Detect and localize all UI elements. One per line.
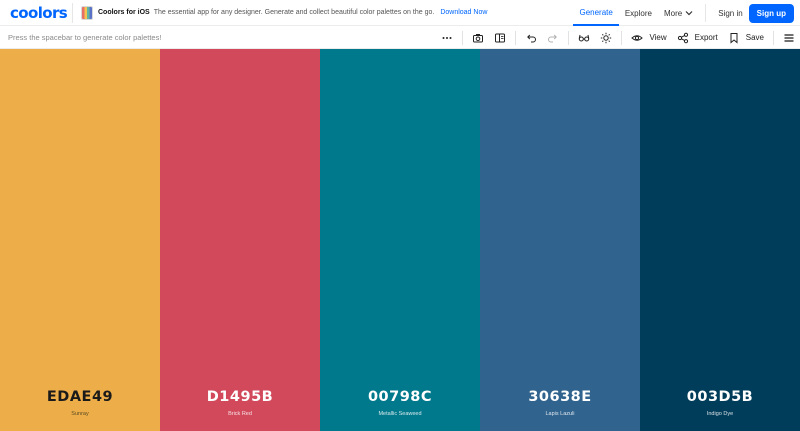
share-icon [677,32,688,43]
toolbar-divider [568,30,570,45]
ellipsis-icon [442,36,452,39]
color-swatch[interactable]: D1495B Brick Red [160,49,320,431]
camera-icon [473,33,484,42]
toolbar-divider [462,30,464,45]
swatch-color-name[interactable]: Metallic Seaweed [320,411,480,417]
nav-explore[interactable]: Explore [619,0,658,26]
camera-button[interactable] [467,26,489,49]
nav-divider [705,4,707,22]
chevron-down-icon [685,11,693,16]
sidebar-panel-icon [495,33,506,42]
sidebar-toggle-button[interactable] [489,26,511,49]
adjust-palette-button[interactable] [595,26,617,49]
view-label: View [649,33,667,42]
eye-icon [631,34,644,41]
view-button[interactable]: View [626,26,671,49]
swatch-hex-code[interactable]: D1495B [160,389,320,405]
swatch-color-name[interactable]: Lapis Lazuli [480,411,640,417]
color-blindness-button[interactable] [573,26,595,49]
undo-icon [527,34,537,42]
swatch-hex-code[interactable]: 00798C [320,389,480,405]
main-nav: Generate Explore More Sign in Sign up [573,0,800,26]
nav-generate[interactable]: Generate [573,0,619,26]
divider [72,2,73,23]
more-options-button[interactable] [436,26,458,49]
nav-more-label: More [663,8,683,18]
redo-icon [548,34,558,42]
color-swatch[interactable]: 003D5B Indigo Dye [640,49,800,431]
undo-button[interactable] [520,26,542,49]
save-button[interactable]: Save [723,26,769,49]
promo-text: The essential app for any designer. Gene… [153,9,435,16]
coolors-logo[interactable]: coolors [10,4,68,22]
swatch-hex-code[interactable]: 30638E [480,389,640,405]
export-button[interactable]: Export [672,26,723,49]
palette-toolbar: Press the spacebar to generate color pal… [0,26,800,49]
toolbar-divider [773,30,774,45]
export-label: Export [694,33,718,42]
swatch-hex-code[interactable]: 003D5B [640,389,800,405]
glasses-icon [579,34,590,41]
download-now-link[interactable]: Download Now [440,9,487,16]
color-swatch[interactable]: 00798C Metallic Seaweed [320,49,480,431]
sign-up-button[interactable]: Sign up [748,3,794,23]
ios-promo-banner: Coolors for iOS The essential app for an… [81,5,487,20]
color-palette: EDAE49 Sunray D1495B Brick Red 00798C Me… [0,49,800,431]
toolbar-divider [515,30,517,45]
swatch-color-name[interactable]: Indigo Dye [640,411,800,417]
sun-icon [601,32,612,43]
color-swatch[interactable]: 30638E Lapis Lazuli [480,49,640,431]
swatch-color-name[interactable]: Brick Red [160,411,320,417]
swatch-color-name[interactable]: Sunray [0,411,160,417]
promo-title: Coolors for iOS [98,9,150,16]
top-navigation-bar: coolors Coolors for iOS The essential ap… [0,0,800,26]
bookmark-icon [730,32,738,44]
redo-button[interactable] [542,26,564,49]
nav-more[interactable]: More [658,0,699,26]
toolbar-actions: View Export Save [436,26,800,49]
sign-in-link[interactable]: Sign in [712,0,748,26]
color-swatch[interactable]: EDAE49 Sunray [0,49,160,431]
menu-button[interactable] [778,26,800,49]
spacebar-hint: Press the spacebar to generate color pal… [8,32,162,42]
save-label: Save [745,33,764,42]
ios-app-thumbnail[interactable] [81,5,93,20]
hamburger-menu-icon [784,33,794,42]
toolbar-divider [621,30,623,45]
swatch-hex-code[interactable]: EDAE49 [0,389,160,405]
